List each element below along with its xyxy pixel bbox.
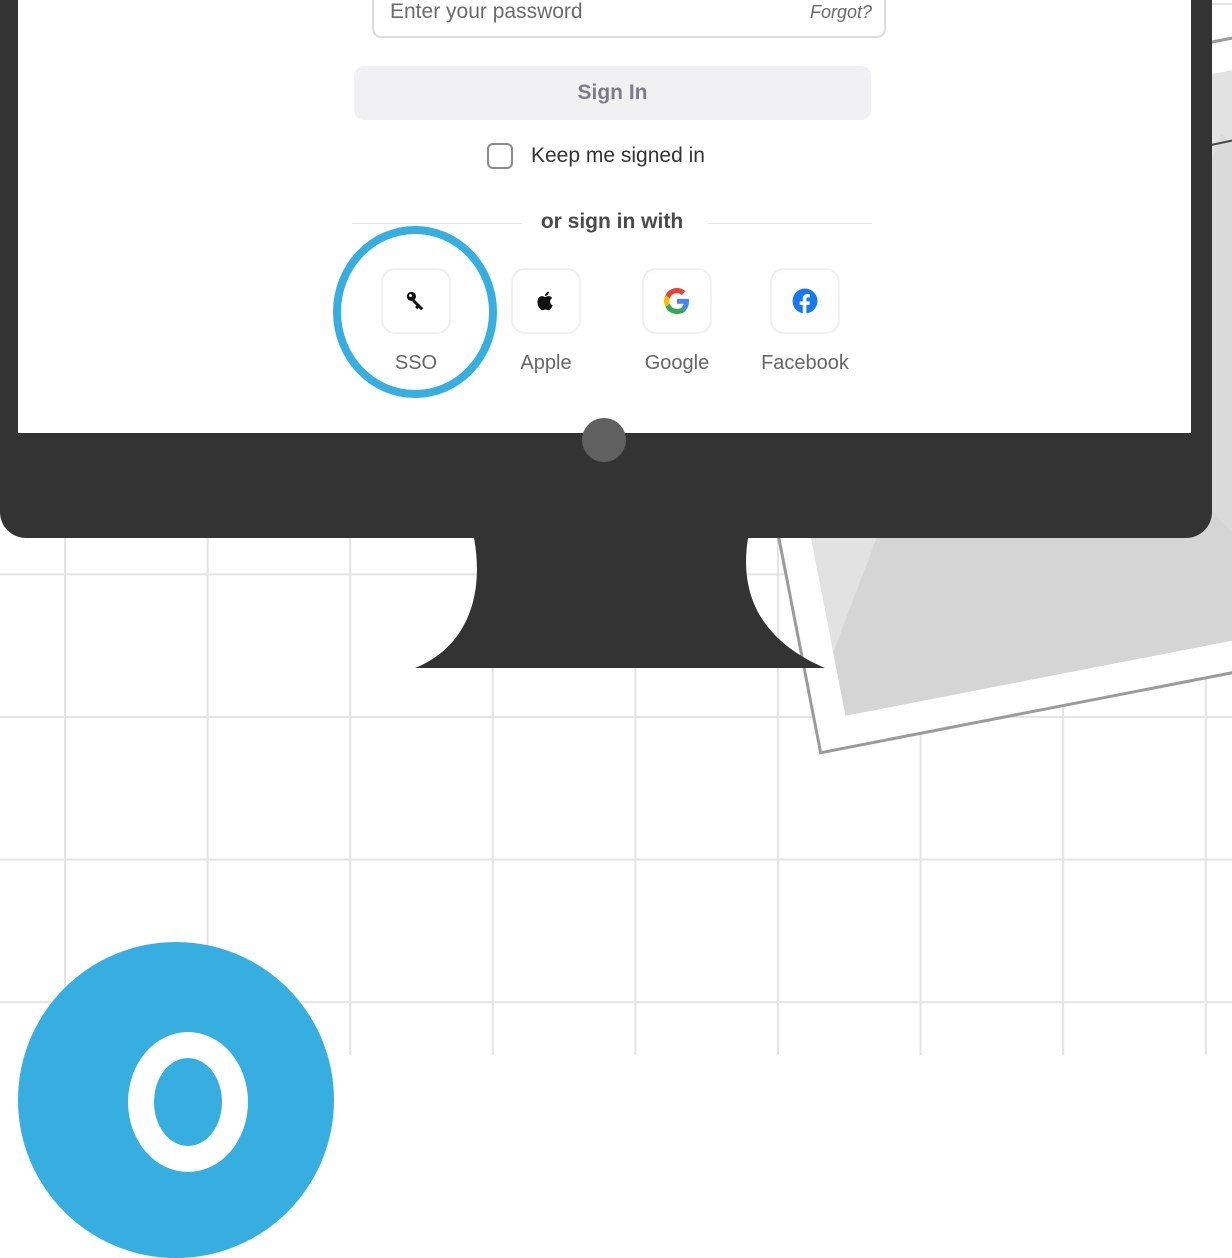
apple-label: Apple [520, 352, 572, 374]
password-field[interactable]: Forgot? [372, 0, 886, 38]
sso-highlight-circle [333, 226, 497, 398]
password-input[interactable] [390, 0, 770, 24]
keep-signed-in-checkbox[interactable] [487, 143, 513, 169]
step-number-glyph [128, 1032, 248, 1172]
monitor: Forgot? Sign In Keep me signed in or sig… [0, 0, 1212, 538]
sign-in-button[interactable]: Sign In [354, 66, 871, 120]
provider-google[interactable]: Google [622, 268, 732, 375]
monitor-screen: Forgot? Sign In Keep me signed in or sig… [18, 0, 1191, 433]
google-button[interactable] [642, 268, 712, 334]
divider-left [352, 223, 522, 224]
keep-signed-in-label: Keep me signed in [531, 144, 705, 167]
facebook-label: Facebook [761, 352, 849, 374]
provider-apple[interactable]: Apple [491, 268, 601, 375]
keep-signed-in-row[interactable]: Keep me signed in [487, 142, 705, 170]
divider-right [708, 223, 872, 224]
provider-facebook[interactable]: Facebook [750, 268, 860, 375]
google-label: Google [644, 352, 710, 374]
facebook-icon [792, 288, 818, 314]
google-icon [664, 288, 689, 314]
facebook-button[interactable] [770, 268, 840, 334]
apple-button[interactable] [511, 268, 581, 334]
apple-icon [537, 291, 553, 311]
divider-text: or sign in with [540, 210, 684, 233]
monitor-camera [582, 418, 626, 462]
forgot-password-link[interactable]: Forgot? [810, 2, 872, 23]
step-number-badge [18, 942, 334, 1258]
monitor-stand [415, 538, 825, 668]
